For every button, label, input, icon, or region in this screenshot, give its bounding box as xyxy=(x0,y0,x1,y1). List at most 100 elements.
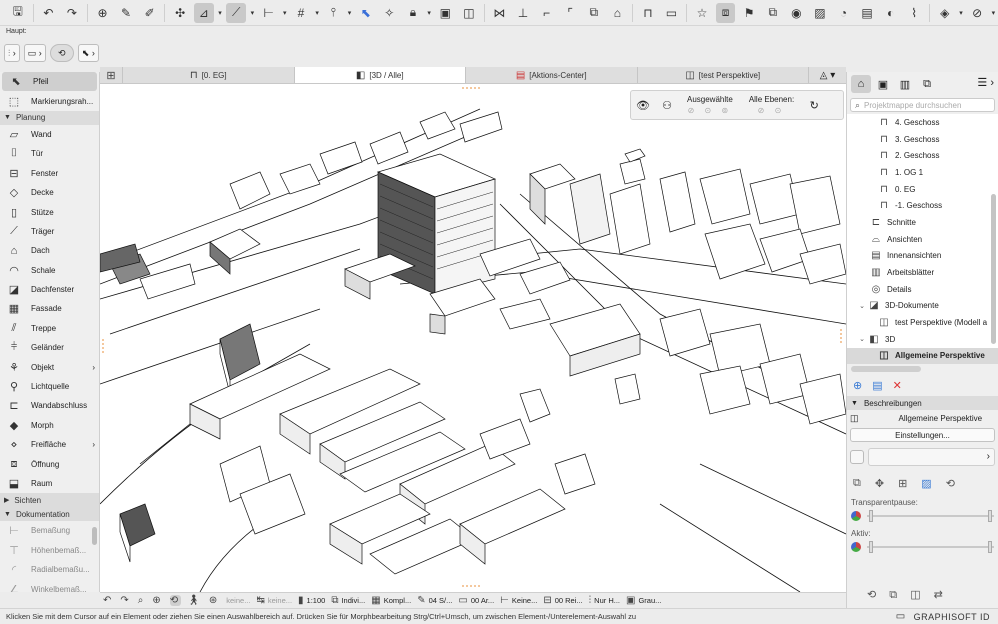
tool-skylight[interactable]: ◪ Dachfenster xyxy=(0,280,99,299)
tree-item[interactable]: ⊓ 2. Geschoss xyxy=(847,147,998,164)
chevron-down-icon[interactable]: ⌄ xyxy=(857,302,867,310)
graphisoft-id[interactable]: ▭ GRAPHISOFT ID xyxy=(896,611,990,622)
offset-icon[interactable]: ⧉ xyxy=(584,3,604,23)
tree-item[interactable]: ⌓ Ansichten xyxy=(847,231,998,248)
s04-button[interactable]: ✎ 04 S/... xyxy=(417,595,452,606)
image-icon[interactable]: ▨ xyxy=(810,3,830,23)
keine-2-button[interactable]: ↹ keine... xyxy=(256,595,292,606)
toolbox-scrollbar[interactable] xyxy=(92,527,97,545)
pick-up-icon[interactable]: ⊕ xyxy=(93,3,113,23)
walk-button[interactable]: 🚶︎ xyxy=(187,595,203,606)
snap-icon[interactable]: ✣ xyxy=(170,3,190,23)
project-search-input[interactable]: ⌕ Projektmappe durchsuchen xyxy=(850,98,995,112)
new-folder-icon[interactable]: ▤ xyxy=(872,379,882,392)
tree-item[interactable]: ⌄ ◪ 3D-Dokumente xyxy=(847,298,998,315)
tree-item[interactable]: ⌄ ◧ 3D xyxy=(847,331,998,348)
compare-icon[interactable]: ◫ xyxy=(910,589,920,601)
tool-radial-dimension[interactable]: ◜ Radialbemaßu... xyxy=(0,560,99,579)
selection-icon[interactable]: ⬉ xyxy=(356,3,376,23)
layout-book-icon[interactable]: ▥ xyxy=(895,75,915,93)
refresh-icon[interactable]: ↻ xyxy=(802,99,826,112)
group-icon[interactable]: ▣ xyxy=(436,3,456,23)
slider-knob-right[interactable] xyxy=(988,510,992,522)
tool-slab[interactable]: ◇ Decke xyxy=(0,183,99,202)
suspend-group-icon[interactable]: ◫ xyxy=(459,3,479,23)
lock-icon[interactable]: 🔒︎ xyxy=(403,3,423,23)
tool-door[interactable]: ⌷ Tür xyxy=(0,144,99,163)
copy-view-icon[interactable]: ⧉ xyxy=(853,477,861,490)
trim-icon[interactable]: ⌐ xyxy=(537,3,557,23)
trace-ref-icon[interactable]: ⟲ xyxy=(867,589,876,601)
3d-viewport[interactable]: 👁︎ ⚇ Ausgewählte ⊘ ⊙ ⊚ Alle Ebenen: ⊘ ⊙ … xyxy=(100,84,846,592)
tree-item[interactable]: ⊓ 3. Geschoss xyxy=(847,131,998,148)
section-beschreibungen[interactable]: ▼ Beschreibungen xyxy=(847,396,998,410)
grid-icon[interactable]: # xyxy=(291,3,311,23)
transparentpause-slider[interactable] xyxy=(847,507,998,525)
attachment-icon[interactable]: ⌇ xyxy=(904,3,924,23)
slider-knob-right[interactable] xyxy=(988,541,992,553)
tree-item[interactable]: ⊓ 1. OG 1 xyxy=(847,164,998,181)
zoom-button[interactable]: ⌕ xyxy=(138,595,147,606)
tool-column[interactable]: ▯ Stütze xyxy=(0,202,99,221)
project-map-icon[interactable]: ⌂ xyxy=(851,75,871,93)
split-icon[interactable]: ⌜ xyxy=(560,3,580,23)
chevron-down-icon[interactable]: ▾ xyxy=(248,3,257,23)
view-property-field[interactable] xyxy=(850,448,995,466)
renovation-icon[interactable]: ◈ xyxy=(935,3,955,23)
tool-wall-end[interactable]: ⊏ Wandabschluss xyxy=(0,396,99,415)
tool-railing[interactable]: ⫩ Geländer xyxy=(0,338,99,357)
tree-item[interactable]: ⊓ 4. Geschoss xyxy=(847,114,998,131)
tree-item[interactable]: ▤ Innenansichten xyxy=(847,248,998,265)
add-icon[interactable]: ⊕ xyxy=(853,379,862,392)
chevron-down-icon[interactable]: ▾ xyxy=(989,3,998,23)
chevron-down-icon[interactable]: ▾ xyxy=(216,3,225,23)
tool-arrow[interactable]: ⬉ Pfeil xyxy=(2,72,97,92)
section-planung[interactable]: ▼ Planung xyxy=(0,110,99,125)
tree-item[interactable]: ▥ Arbeitsblätter xyxy=(847,264,998,281)
flag-icon[interactable]: ⚑ xyxy=(739,3,759,23)
reset-view-icon[interactable]: ⟲ xyxy=(946,477,955,490)
tool-level-dimension[interactable]: ⊤ Höhenbemaß... xyxy=(0,541,99,560)
keine-3-button[interactable]: ⊢ Keine... xyxy=(500,595,537,606)
tool-wall[interactable]: ▱ Wand xyxy=(0,125,99,144)
trace-icon[interactable]: ⊿ xyxy=(194,2,214,23)
inject-icon[interactable]: ✐ xyxy=(140,3,160,23)
layer-combo-button[interactable]: ⫶ › xyxy=(4,44,20,62)
tool-morph[interactable]: ◆ Morph xyxy=(0,416,99,435)
nur-button[interactable]: ⫶ Nur H... xyxy=(589,595,620,606)
slider-knob-left[interactable] xyxy=(869,510,873,522)
tool-marquee[interactable]: ⬚ Markierungsrah... xyxy=(0,91,99,110)
tree-horizontal-scrollbar[interactable] xyxy=(851,366,921,372)
chevron-down-icon[interactable]: ▾ xyxy=(425,3,434,23)
grau-button[interactable]: ▣ Grau... xyxy=(626,595,661,606)
image-view-icon[interactable]: ▨ xyxy=(921,477,931,490)
redo-icon[interactable]: ↷ xyxy=(62,3,82,23)
compass-icon[interactable]: ⊘ xyxy=(967,3,987,23)
hotspot-icon[interactable]: ⚇ xyxy=(655,99,679,112)
save-icon[interactable]: 🖫 xyxy=(8,3,28,23)
eyedropper-icon[interactable]: ✎ xyxy=(116,3,136,23)
redo-view-button[interactable]: ↷ xyxy=(120,595,131,606)
tool-angle-dimension[interactable]: ∠ Winkelbemaß... xyxy=(0,579,99,592)
align-icon[interactable]: ⊢ xyxy=(259,3,279,23)
tool-shell[interactable]: ◠ Schale xyxy=(0,261,99,280)
tool-curtain-wall[interactable]: ▦ Fassade xyxy=(0,299,99,318)
navigator-button[interactable]: ⊛ xyxy=(209,595,220,606)
rotate-icon[interactable]: ⊥ xyxy=(513,3,533,23)
section-sichten[interactable]: ▶ Sichten xyxy=(0,493,99,508)
layers-icon[interactable]: ▭ xyxy=(662,3,682,23)
chevron-down-icon[interactable]: ⌄ xyxy=(857,335,867,343)
more-icon[interactable]: ◐ xyxy=(881,3,901,23)
chevron-down-icon[interactable]: ▾ xyxy=(345,3,354,23)
chevron-down-icon[interactable]: ▾ xyxy=(957,3,966,23)
tree-item[interactable]: ⊓ 0. EG xyxy=(847,181,998,198)
mirror-icon[interactable]: ⋈ xyxy=(490,3,510,23)
slider-knob-left[interactable] xyxy=(869,541,873,553)
delete-icon[interactable]: ✕ xyxy=(893,379,902,392)
fit-button[interactable]: ⊕ xyxy=(152,595,163,606)
tool-mesh[interactable]: ⋄ Freifläche › xyxy=(0,435,99,454)
all-layers-toggle[interactable]: Alle Ebenen: ⊘ ⊙ xyxy=(741,95,802,115)
gravity-icon[interactable]: ⫯ xyxy=(324,3,344,23)
settings-button[interactable]: Einstellungen... xyxy=(850,428,995,442)
menu-icon[interactable]: ☰ › xyxy=(977,76,994,89)
